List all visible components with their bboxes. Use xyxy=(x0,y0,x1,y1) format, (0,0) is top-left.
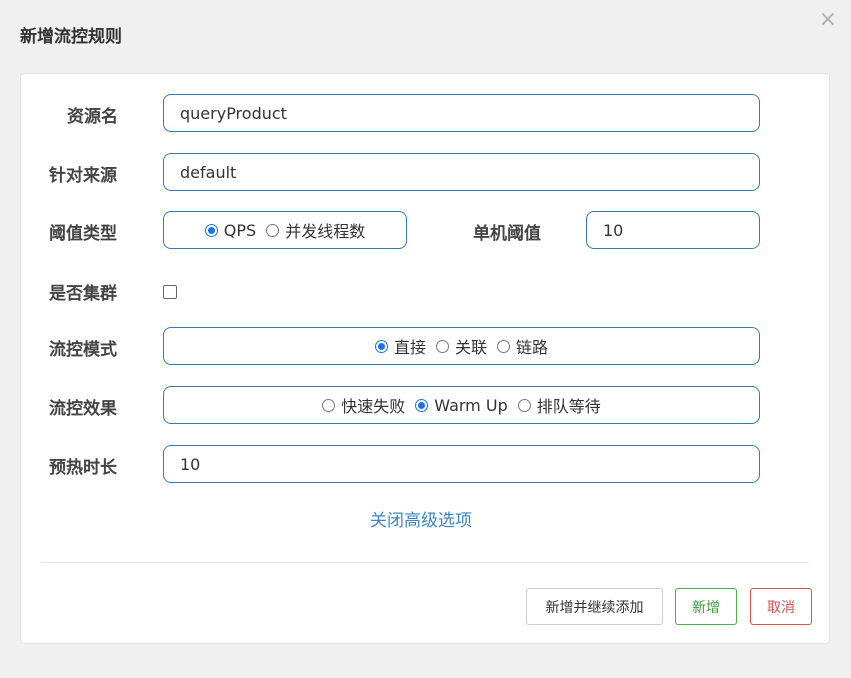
resource-field[interactable] xyxy=(163,94,760,132)
warmup-period-label: 预热时长 xyxy=(49,458,117,478)
strategy-option-chain-label: 链路 xyxy=(516,338,549,357)
limit-app-input[interactable] xyxy=(164,154,759,190)
cancel-button[interactable]: 取消 xyxy=(750,588,812,625)
behavior-option-warm-up[interactable]: Warm Up xyxy=(415,395,508,415)
strategy-option-direct-label: 直接 xyxy=(393,338,426,357)
close-advanced-options-link[interactable]: 关闭高级选项 xyxy=(370,506,472,531)
radio-unchecked-icon[interactable] xyxy=(266,223,280,237)
grade-label: 阈值类型 xyxy=(49,224,117,244)
strategy-label: 流控模式 xyxy=(49,340,117,360)
radio-checked-icon[interactable] xyxy=(415,398,429,412)
warmup-period-input[interactable] xyxy=(164,446,759,482)
grade-option-qps-label: QPS xyxy=(223,220,257,240)
grade-radio-group: QPS 并发线程数 xyxy=(163,211,407,249)
limit-app-label: 针对来源 xyxy=(49,166,117,186)
strategy-radio-group: 直接 关联 链路 xyxy=(163,327,760,365)
radio-unchecked-icon[interactable] xyxy=(497,339,510,353)
behavior-option-queue[interactable]: 排队等待 xyxy=(517,393,601,417)
strategy-option-relate-label: 关联 xyxy=(454,338,487,357)
behavior-option-queue-label: 排队等待 xyxy=(536,397,601,416)
strategy-option-direct[interactable]: 直接 xyxy=(374,334,426,358)
resource-label: 资源名 xyxy=(67,107,118,127)
threshold-label: 单机阈值 xyxy=(473,224,541,244)
control-behavior-label: 流控效果 xyxy=(49,399,117,419)
control-behavior-radio-group: 快速失败 Warm Up 排队等待 xyxy=(163,386,760,424)
radio-checked-icon[interactable] xyxy=(204,223,218,237)
radio-unchecked-icon[interactable] xyxy=(322,398,336,412)
radio-unchecked-icon[interactable] xyxy=(517,398,531,412)
threshold-input[interactable] xyxy=(587,212,759,248)
radio-checked-icon[interactable] xyxy=(374,339,388,353)
form-panel: 资源名 针对来源 阈值类型 QPS 并发线程数 单机阈值 xyxy=(20,73,830,644)
grade-option-qps[interactable]: QPS xyxy=(204,220,257,240)
behavior-option-warm-up-label: Warm Up xyxy=(434,395,508,415)
footer-divider xyxy=(41,562,809,563)
radio-unchecked-icon[interactable] xyxy=(435,339,449,353)
grade-option-thread[interactable]: 并发线程数 xyxy=(266,218,365,242)
limit-app-field[interactable] xyxy=(163,153,760,191)
strategy-option-chain[interactable]: 链路 xyxy=(497,334,548,358)
grade-option-thread-label: 并发线程数 xyxy=(285,222,366,241)
warmup-period-field[interactable] xyxy=(163,445,760,483)
cluster-checkbox[interactable] xyxy=(163,285,177,299)
behavior-option-fail-fast[interactable]: 快速失败 xyxy=(322,393,405,417)
add-and-continue-button[interactable]: 新增并继续添加 xyxy=(526,588,663,625)
add-flow-rule-dialog: 新增流控规则 × 资源名 针对来源 阈值类型 QPS 并发线程数 xyxy=(0,0,851,678)
dialog-title: 新增流控规则 xyxy=(20,27,122,47)
resource-input[interactable] xyxy=(164,95,759,131)
behavior-option-fail-fast-label: 快速失败 xyxy=(341,397,406,416)
add-button[interactable]: 新增 xyxy=(675,588,737,625)
close-icon[interactable]: × xyxy=(819,8,837,32)
threshold-field[interactable] xyxy=(586,211,760,249)
strategy-option-relate[interactable]: 关联 xyxy=(435,334,487,358)
cluster-label: 是否集群 xyxy=(49,284,117,304)
